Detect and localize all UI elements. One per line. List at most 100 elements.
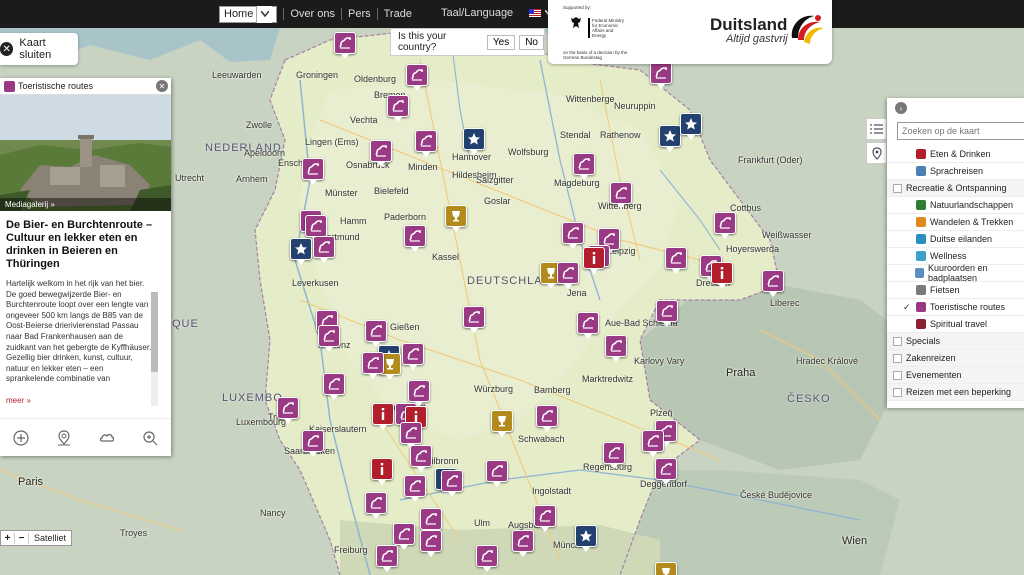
route-marker-icon[interactable] [365,320,387,347]
route-marker-icon[interactable] [323,373,345,400]
route-marker-icon[interactable] [605,335,627,362]
route-marker-icon[interactable] [762,270,784,297]
checkbox[interactable] [893,183,902,193]
route-marker-icon[interactable] [302,430,324,457]
checkbox[interactable] [893,370,902,380]
filter-item[interactable]: Kuuroorden en badplaatsen [887,263,1024,283]
route-marker-icon[interactable] [393,523,415,550]
filter-item[interactable]: Evenementen [887,367,1024,384]
route-marker-icon[interactable] [370,140,392,167]
nav-link-pers[interactable]: Pers [340,8,377,20]
route-marker-icon[interactable] [562,222,584,249]
filter-item[interactable]: Eten & Drinken [887,146,1024,163]
list-icon[interactable] [866,118,887,140]
highlight-star-marker-icon[interactable] [290,238,312,265]
route-marker-icon[interactable] [362,352,384,379]
media-gallery-link[interactable]: Mediagalerij » [0,198,171,211]
filter-item[interactable]: Spiritual travel [887,316,1024,333]
checkbox[interactable] [893,336,902,346]
info-marker-icon[interactable] [711,262,733,289]
poi-photo[interactable]: Mediagalerij » [0,95,171,211]
nav-link-trade[interactable]: Trade [376,8,418,20]
route-marker-icon[interactable] [376,545,398,572]
route-marker-icon[interactable] [404,475,426,502]
checkbox[interactable] [893,387,902,397]
filter-item[interactable]: Recreatie & Ontspanning [887,180,1024,197]
route-marker-icon[interactable] [486,460,508,487]
info-marker-icon[interactable] [372,403,394,430]
filter-item[interactable]: Sprachreisen [887,163,1024,180]
route-marker-icon[interactable] [305,215,327,242]
award-cup-marker-icon[interactable] [491,410,513,437]
route-marker-icon[interactable] [365,492,387,519]
highlight-star-marker-icon[interactable] [680,113,702,140]
close-icon[interactable]: ✕ [156,80,168,92]
chevron-down-icon[interactable] [256,5,273,23]
highlight-star-marker-icon[interactable] [575,525,597,552]
filter-item[interactable]: Fietsen [887,282,1024,299]
yes-button[interactable]: Yes [486,34,516,50]
route-marker-icon[interactable] [318,325,340,352]
filter-item[interactable]: Natuurlandschappen [887,197,1024,214]
route-marker-icon[interactable] [642,430,664,457]
info-scrollbar[interactable] [151,292,158,406]
route-marker-icon[interactable] [408,380,430,407]
close-map-button[interactable]: ✕ Kaart sluiten [0,33,78,65]
route-marker-icon[interactable] [277,397,299,424]
route-marker-icon[interactable] [404,225,426,252]
satellite-toggle[interactable]: Satelliet [29,533,71,543]
route-marker-icon[interactable] [557,262,579,289]
award-cup-marker-icon[interactable] [445,205,467,232]
sponsor-logo-box[interactable]: Supported by: Federal Ministry for Econo… [548,0,832,64]
route-marker-icon[interactable] [463,306,485,333]
map-pin-icon[interactable] [55,429,73,447]
route-marker-icon[interactable] [603,442,625,469]
filter-item[interactable]: Wandelen & Trekken [887,214,1024,231]
route-marker-icon[interactable] [656,300,678,327]
route-marker-icon[interactable] [534,505,556,532]
route-marker-icon[interactable] [420,508,442,535]
nav-link-over-ons[interactable]: Over ons [283,8,341,20]
route-marker-icon[interactable] [476,545,498,572]
read-more-link[interactable]: meer » [0,396,171,405]
no-button[interactable]: No [519,34,544,50]
route-marker-icon[interactable] [334,32,356,59]
highlight-star-marker-icon[interactable] [659,125,681,152]
scroll-thumb[interactable] [151,292,158,372]
filter-item[interactable]: Zakenreizen [887,350,1024,367]
location-pin-icon[interactable] [866,142,887,164]
filter-item[interactable]: Specials [887,333,1024,350]
filter-item[interactable]: ✓ Toeristische routes [887,299,1024,316]
route-marker-icon[interactable] [313,236,335,263]
route-marker-icon[interactable] [536,405,558,432]
route-marker-icon[interactable] [415,130,437,157]
route-marker-icon[interactable] [573,153,595,180]
route-marker-icon[interactable] [420,530,442,557]
chevron-right-icon[interactable]: › [895,102,907,114]
award-cup-marker-icon[interactable] [655,562,677,575]
route-marker-icon[interactable] [441,470,463,497]
zoom-in-icon[interactable] [141,429,159,447]
route-marker-icon[interactable] [406,64,428,91]
route-marker-icon[interactable] [400,422,422,449]
language-selector[interactable]: Taal/Language [441,7,554,19]
route-marker-icon[interactable] [387,95,409,122]
route-marker-icon[interactable] [302,158,324,185]
route-marker-icon[interactable] [512,530,534,557]
info-marker-icon[interactable] [371,458,393,485]
route-marker-icon[interactable] [655,458,677,485]
route-marker-icon[interactable] [665,247,687,274]
home-button[interactable]: Home [219,5,278,23]
map-search-input[interactable] [897,122,1024,140]
weather-cloud-icon[interactable] [98,429,116,447]
zoom-out-button[interactable]: − [15,532,29,544]
route-marker-icon[interactable] [577,312,599,339]
route-marker-icon[interactable] [714,212,736,239]
zoom-in-button[interactable]: + [1,532,15,544]
checkmark-icon[interactable]: ✓ [903,302,912,313]
add-location-icon[interactable] [12,429,30,447]
route-marker-icon[interactable] [610,182,632,209]
route-marker-icon[interactable] [650,62,672,89]
route-marker-icon[interactable] [410,445,432,472]
route-marker-icon[interactable] [402,343,424,370]
